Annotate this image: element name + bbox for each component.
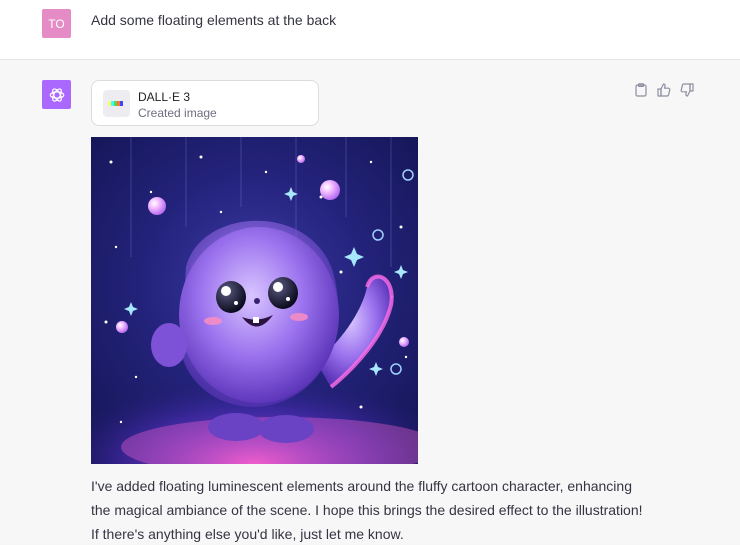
assistant-message-row: DALL·E 3 Created image I've added floati…: [0, 60, 740, 545]
dalle-color-bar-icon: [103, 90, 130, 117]
monster-illustration: [91, 137, 418, 464]
user-avatar: TO: [42, 9, 71, 38]
tool-status: Created image: [138, 106, 217, 120]
assistant-avatar: [42, 80, 71, 109]
thumbs-up-icon[interactable]: [656, 82, 671, 97]
assistant-reply-text: I've added floating luminescent elements…: [91, 478, 643, 542]
user-message-row: TO Add some floating elements at the bac…: [0, 0, 740, 60]
dalle-tool-card[interactable]: DALL·E 3 Created image: [91, 80, 319, 126]
clipboard-icon[interactable]: [633, 82, 648, 97]
tool-name: DALL·E 3: [138, 90, 191, 104]
openai-logo-icon: [49, 87, 64, 102]
thumbs-down-icon[interactable]: [679, 82, 694, 97]
user-message-text: Add some floating elements at the back: [91, 12, 337, 28]
message-actions: [633, 82, 694, 97]
generated-image[interactable]: [91, 137, 418, 464]
